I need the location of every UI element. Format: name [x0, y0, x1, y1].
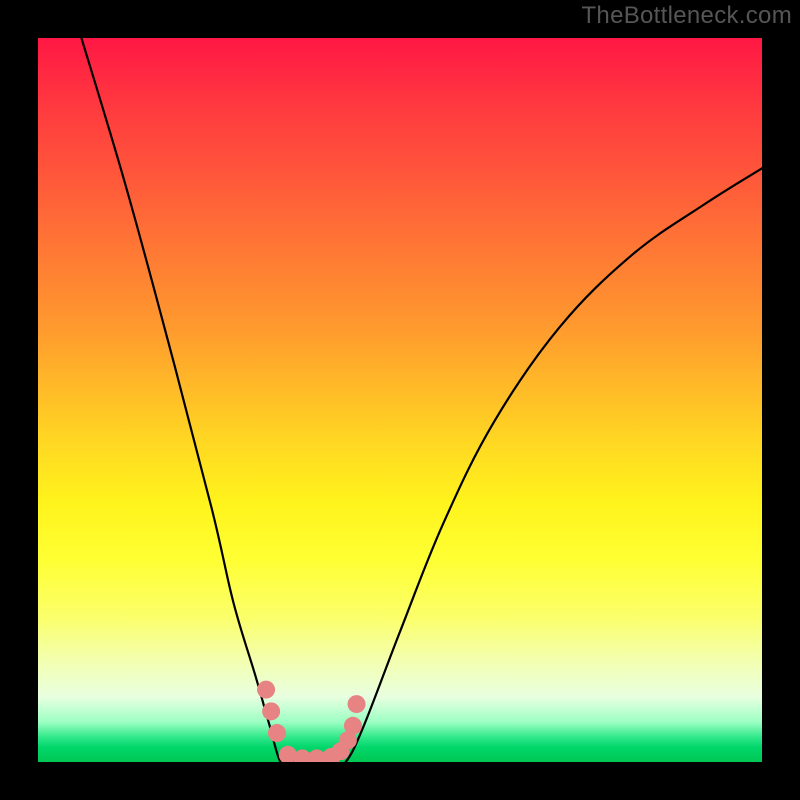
plot-area	[38, 38, 762, 762]
marker-dot	[262, 702, 280, 720]
marker-dot	[257, 681, 275, 699]
bottleneck-curve	[81, 38, 762, 762]
marker-dot	[268, 724, 286, 742]
marker-dot	[348, 695, 366, 713]
chart-stage: TheBottleneck.com	[0, 0, 800, 800]
watermark-text: TheBottleneck.com	[581, 2, 792, 30]
marker-dot	[344, 717, 362, 735]
markers-group	[257, 681, 366, 762]
curve-layer	[38, 38, 762, 762]
